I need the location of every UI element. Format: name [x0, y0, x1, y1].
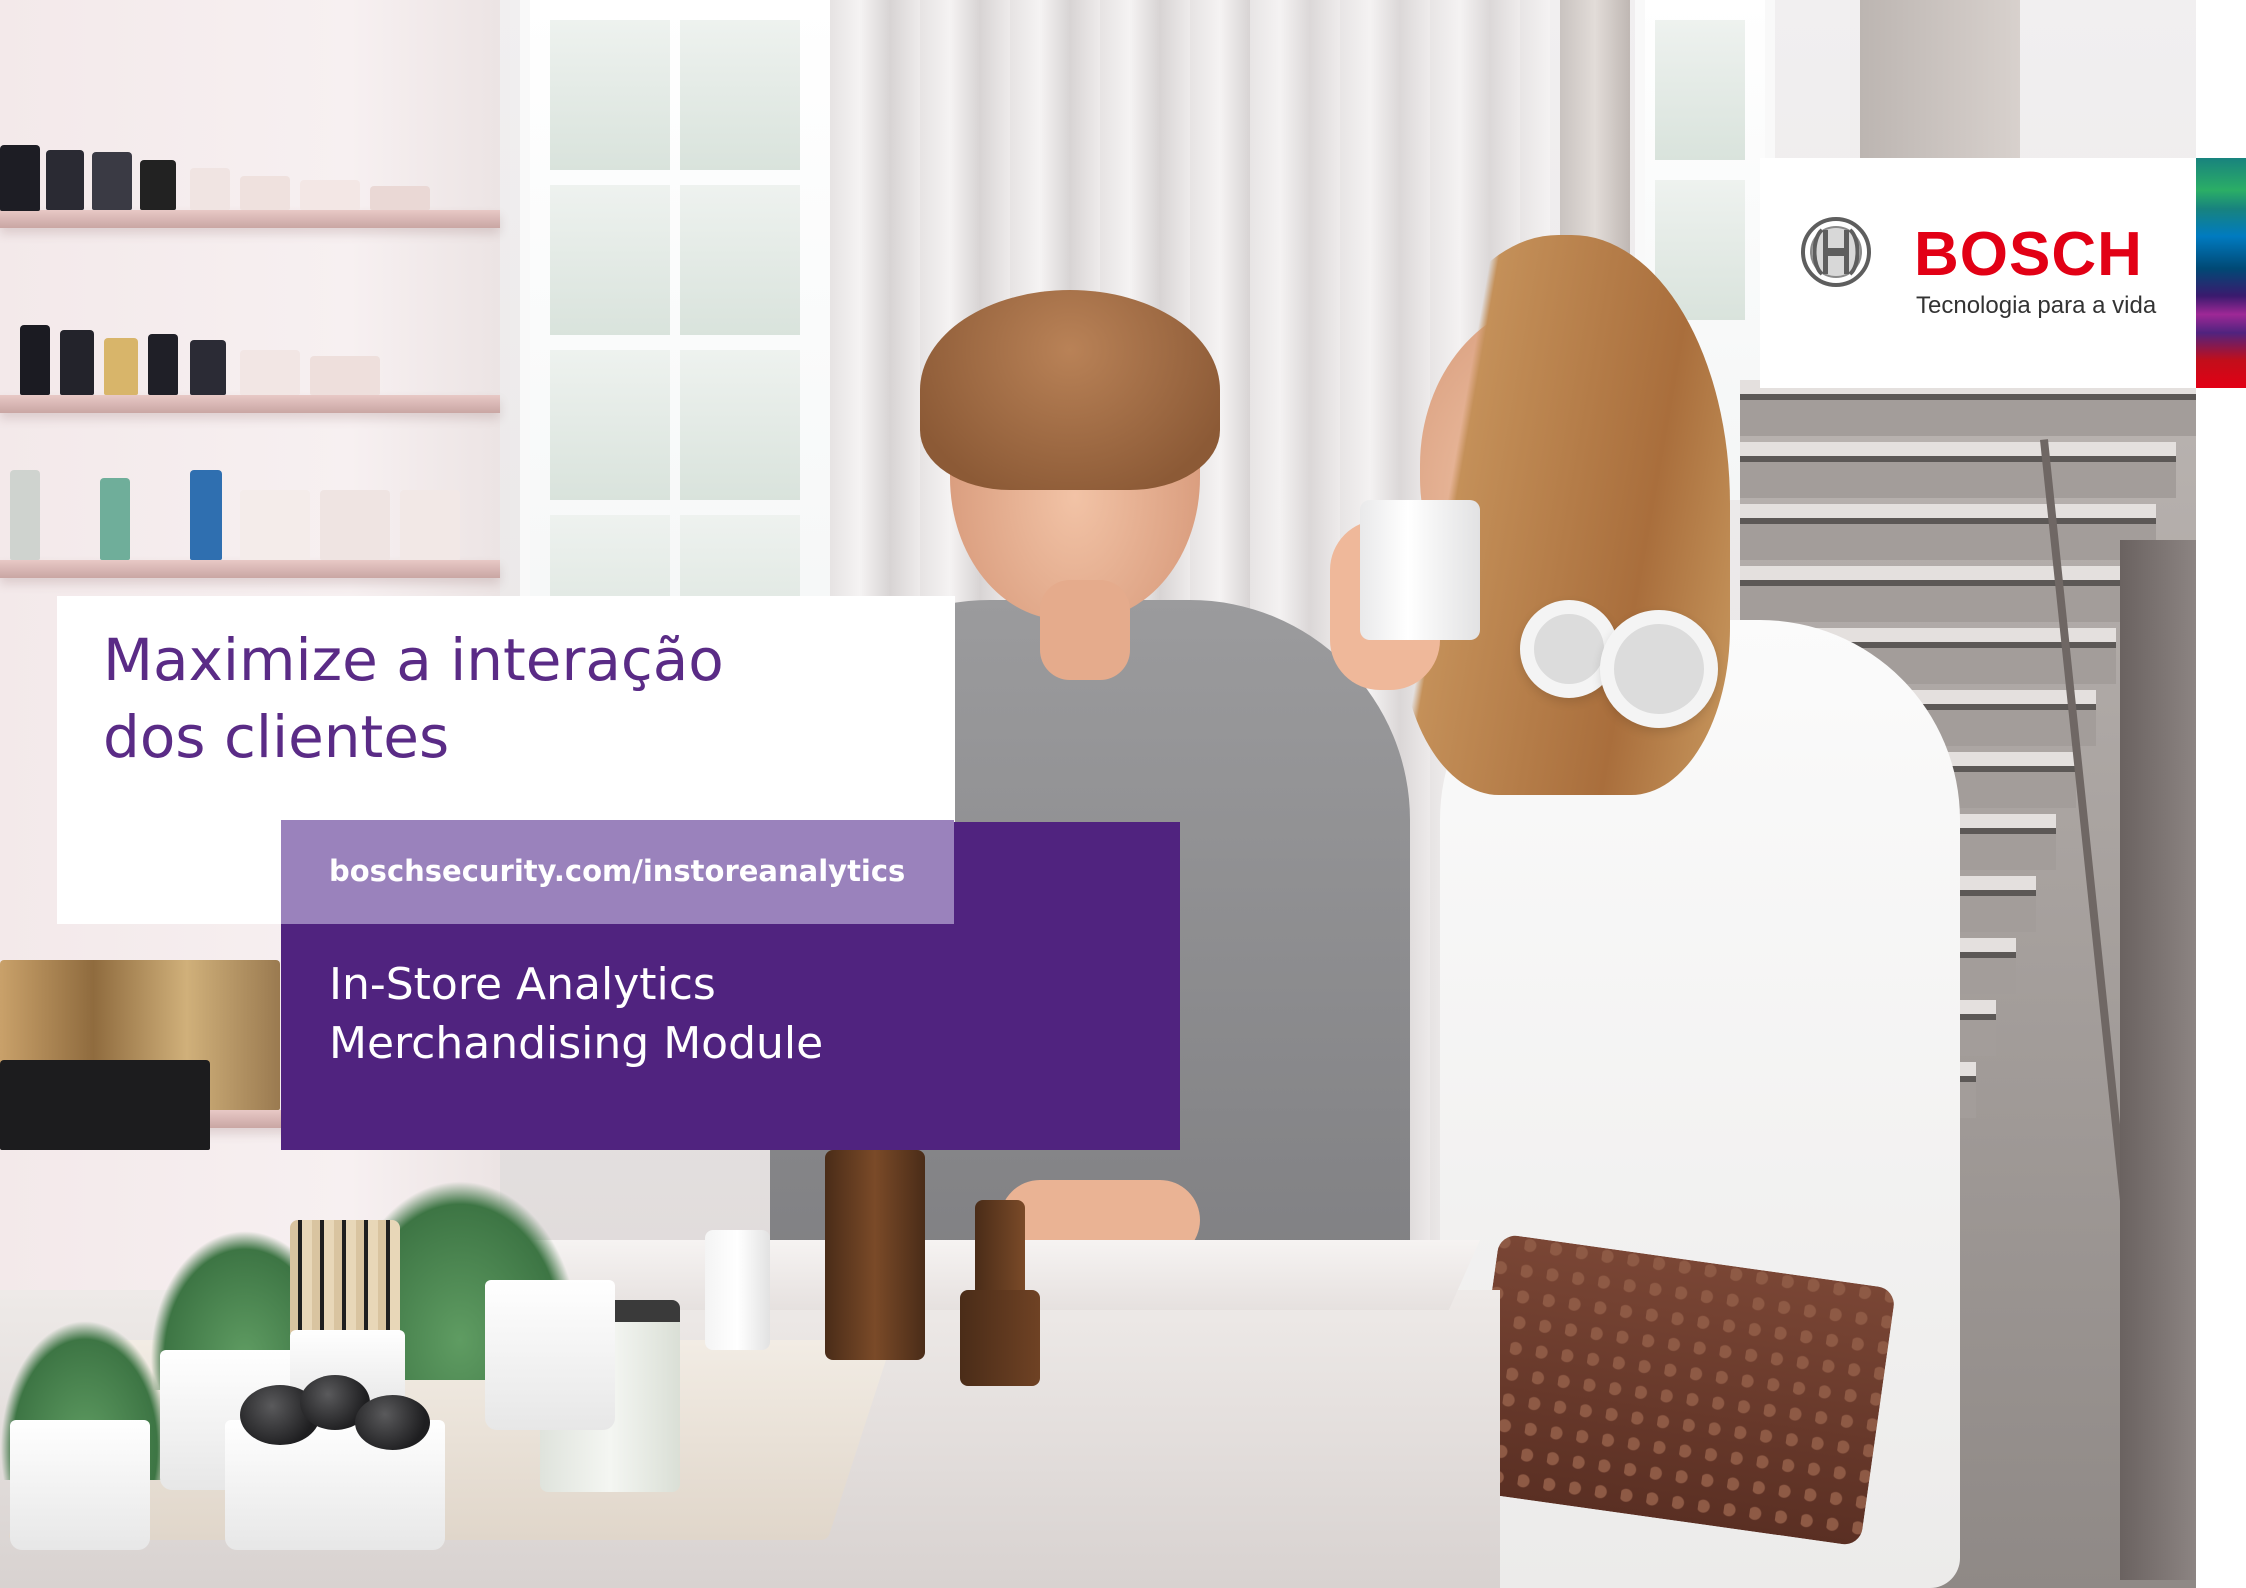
- headline: Maximize a interação dos clientes: [103, 622, 724, 775]
- perfume-bottle: [92, 152, 132, 210]
- perfume-bottle: [148, 334, 178, 395]
- perfume-bottle: [190, 470, 222, 560]
- window-pane: [680, 20, 800, 170]
- perfume-bottle: [0, 145, 40, 211]
- stair-step: [1740, 504, 2156, 560]
- perfume-box: [190, 168, 230, 210]
- perfume-box: [370, 186, 430, 210]
- stair-step: [1740, 380, 2196, 436]
- perfume-bottle: [100, 478, 130, 560]
- perfume-bottle: [190, 340, 226, 395]
- window-pane: [550, 350, 670, 500]
- woman-hair: [920, 290, 1220, 490]
- brand-name: BOSCH: [1914, 220, 2143, 289]
- perfume-bottle: [60, 330, 94, 395]
- perfume-box: [320, 490, 390, 560]
- stair-step: [1740, 566, 2136, 622]
- url-banner: boschsecurity.com/instoreanalytics: [281, 820, 954, 924]
- pillar: [1860, 0, 2020, 160]
- perfume-bottle: [46, 150, 84, 210]
- perfume-box: [240, 176, 290, 210]
- scented-candle-jar: [1360, 500, 1480, 640]
- bosch-logo: BOSCH Tecnologia para a vida: [1760, 158, 2196, 388]
- product-title-line-2: Merchandising Module: [329, 1017, 824, 1069]
- plant-pot: [10, 1420, 150, 1550]
- window-pane: [1655, 20, 1745, 160]
- glass-perfume-bottle: [705, 1230, 770, 1350]
- shelf: [0, 560, 500, 578]
- headline-line-1: Maximize a interação: [103, 626, 724, 694]
- perfume-box: [240, 490, 310, 560]
- product-panel-extension: [954, 822, 1180, 924]
- bosch-armature-icon: [1801, 217, 1871, 287]
- amber-dropper-bottle: [975, 1200, 1025, 1300]
- perfume-box: [300, 180, 360, 210]
- brand-tagline: Tecnologia para a vida: [1916, 292, 2157, 319]
- product-title: In-Store Analytics Merchandising Module: [329, 956, 823, 1074]
- perfume-bottle: [20, 325, 50, 395]
- amber-bottle: [825, 1150, 925, 1360]
- stair-railing: [2120, 540, 2196, 1580]
- website-url-link[interactable]: boschsecurity.com/instoreanalytics: [329, 854, 905, 889]
- perfume-bottle: [140, 160, 176, 210]
- perfume-bottle: [104, 338, 138, 395]
- window-pane: [550, 20, 670, 170]
- stair-step: [1740, 442, 2176, 498]
- shelf: [0, 210, 500, 228]
- perfume-box: [240, 350, 300, 395]
- shelf: [0, 395, 500, 413]
- window-pane: [550, 185, 670, 335]
- product-panel: In-Store Analytics Merchandising Module: [281, 924, 1180, 1150]
- perfume-box: [400, 490, 460, 560]
- amber-jar: [960, 1290, 1040, 1386]
- window-pane: [680, 185, 800, 335]
- headline-line-2: dos clientes: [103, 702, 450, 771]
- perfume-bottle: [10, 470, 40, 560]
- plant-pot: [485, 1280, 615, 1430]
- perfume-box: [310, 356, 380, 395]
- headphones: [1600, 610, 1718, 728]
- makeup-brushes: [290, 1220, 400, 1340]
- leather-clutch-bag: [1463, 1233, 1897, 1547]
- perfume-display-base: [0, 1060, 210, 1150]
- window-pane: [680, 350, 800, 500]
- product-title-line-1: In-Store Analytics: [329, 959, 716, 1010]
- bosch-supergraphic: [2196, 158, 2246, 388]
- black-stone: [355, 1395, 430, 1450]
- woman-neck: [1040, 580, 1130, 680]
